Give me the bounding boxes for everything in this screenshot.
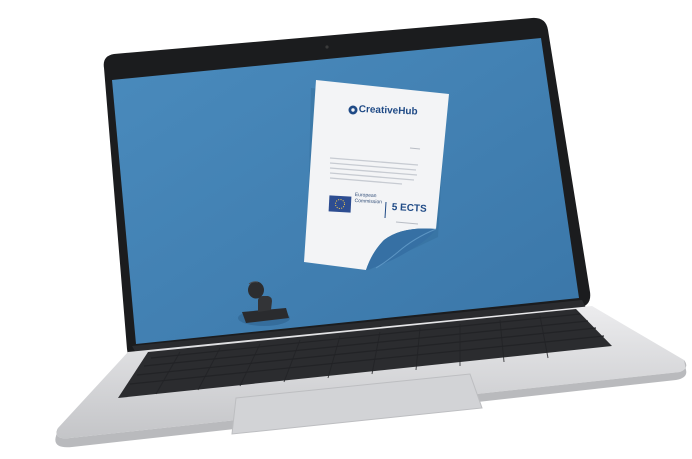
webcam-icon: [325, 45, 329, 49]
laptop-illustration: [55, 17, 687, 448]
credits-label: 5 ECTS: [391, 202, 427, 215]
eu-flag-icon: [328, 195, 352, 213]
issuer-label: European Commission: [354, 192, 382, 205]
